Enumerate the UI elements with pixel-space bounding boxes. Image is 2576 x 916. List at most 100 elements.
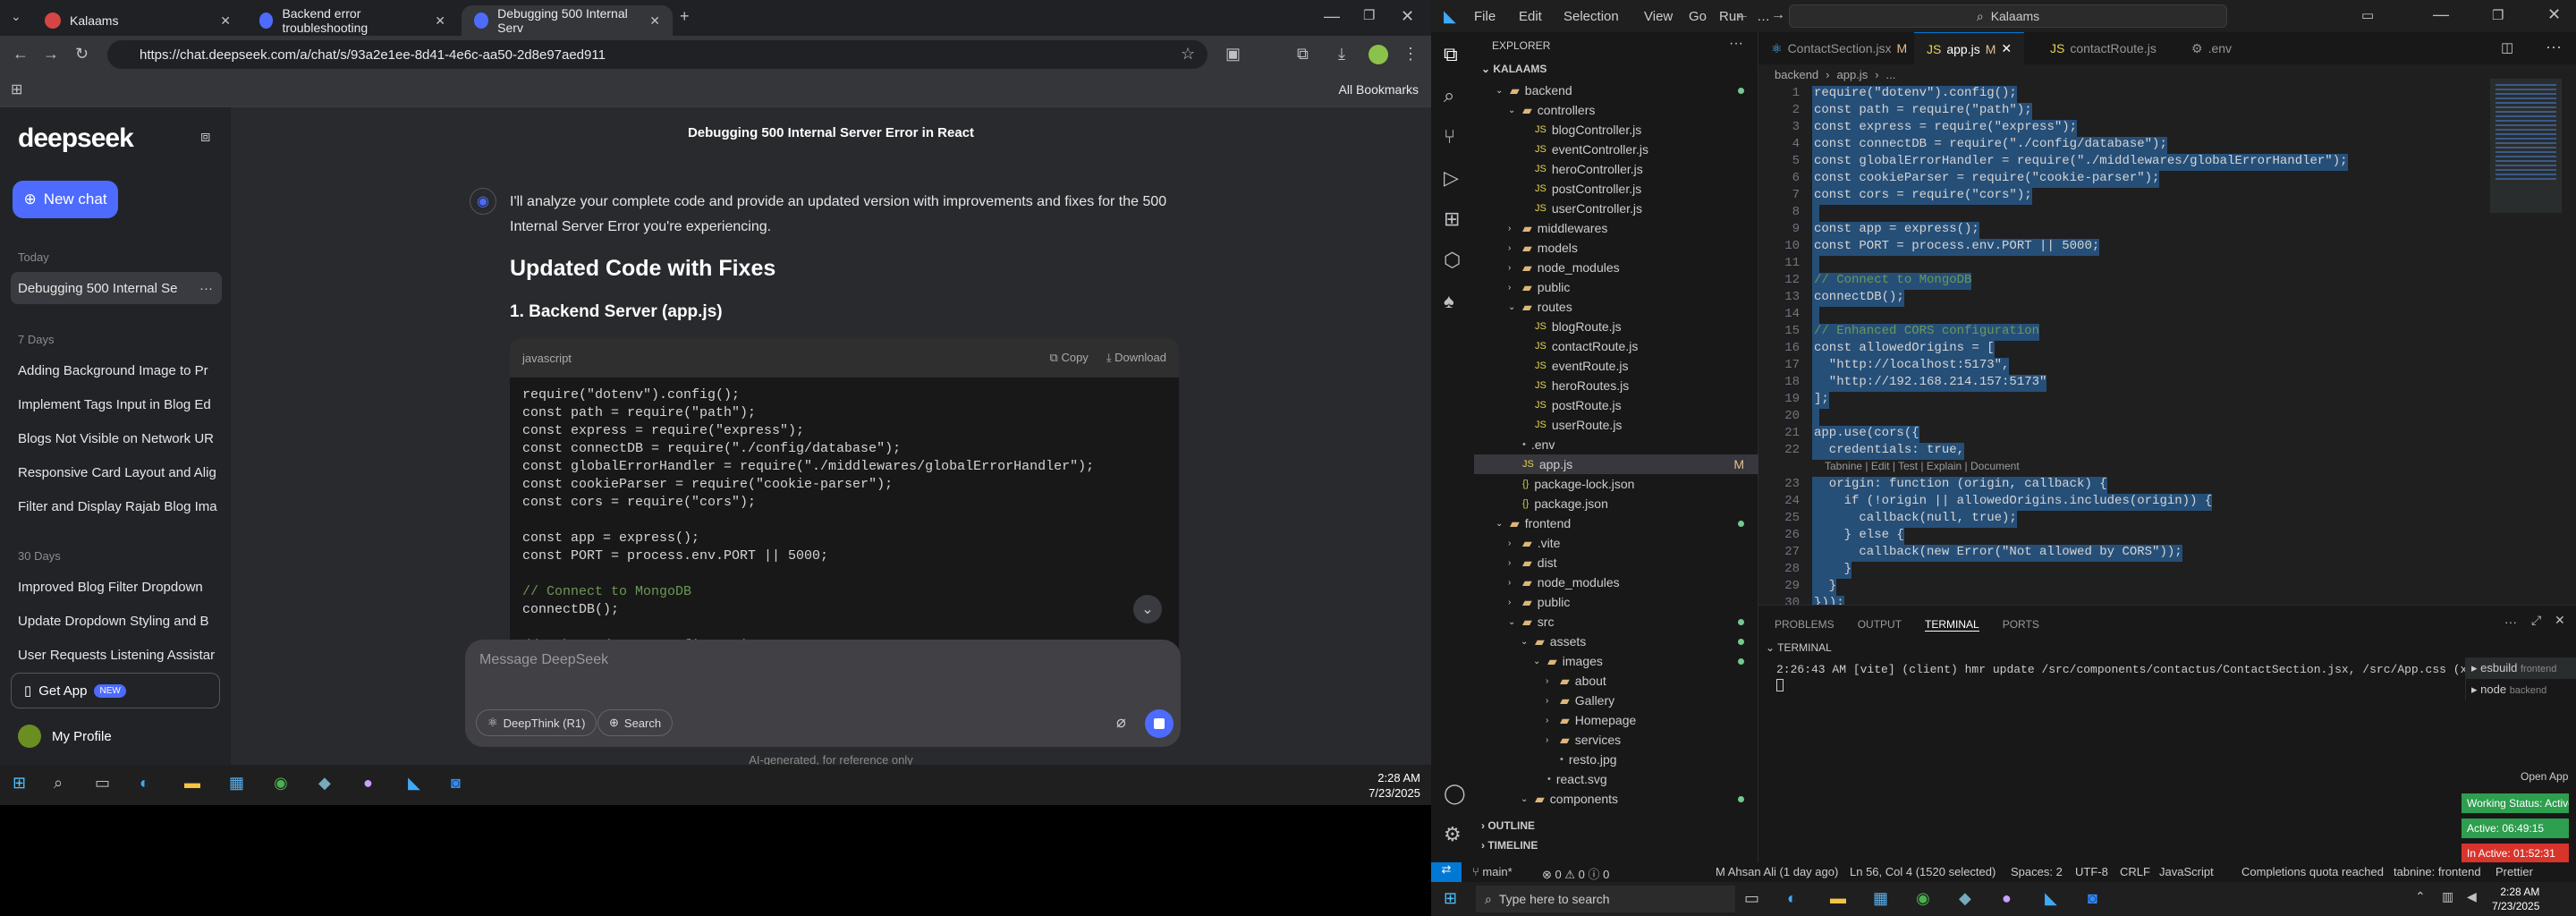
chat-item[interactable]: Improved Blog Filter Dropdown (11, 571, 222, 603)
app-icon[interactable]: ◆ (318, 774, 331, 793)
chat-item-active[interactable]: Debugging 500 Internal Se ··· (11, 272, 222, 304)
more-icon[interactable]: ··· (199, 281, 213, 296)
tree-folder[interactable]: › ▰ node_modules (1474, 258, 1758, 277)
new-chat-button[interactable]: ⊕ New chat (13, 181, 118, 218)
tree-file[interactable]: JS userController.js (1474, 199, 1758, 218)
tree-file[interactable]: • resto.jpg (1474, 750, 1758, 769)
git-branch[interactable]: ⑂ main* (1472, 865, 1513, 878)
task-view-icon[interactable]: ▭ (95, 774, 110, 793)
command-center-search[interactable]: ⌕ Kalaams (1789, 4, 2227, 28)
minimize-icon[interactable]: — (2433, 5, 2449, 24)
tree-file[interactable]: JS eventRoute.js (1474, 356, 1758, 376)
menu-item[interactable]: Go (1689, 9, 1707, 24)
more-actions-icon[interactable]: ··· (2546, 38, 2562, 56)
breadcrumb-item[interactable]: backend (1775, 68, 1818, 81)
all-bookmarks[interactable]: All Bookmarks (1339, 82, 1419, 97)
tree-folder[interactable]: ⌄ ▰ components (1474, 789, 1758, 809)
tree-file[interactable]: JS app.js M (1474, 454, 1758, 474)
editor-tab[interactable]: ⚛ ContactSection.jsx M (1758, 32, 1919, 64)
tree-file[interactable]: • .env (1474, 435, 1758, 454)
mongodb-icon[interactable]: ♠ (1444, 290, 1454, 313)
copy-button[interactable]: ⧉ Copy (1050, 351, 1089, 365)
stop-button[interactable] (1145, 709, 1174, 738)
windows-start-icon[interactable]: ⊞ (13, 774, 26, 793)
explorer-icon[interactable]: ⧉ (1444, 43, 1458, 66)
menu-item[interactable]: … (1757, 9, 1770, 24)
indentation[interactable]: Spaces: 2 (2011, 865, 2063, 878)
breadcrumb-item[interactable]: app.js (1837, 68, 1868, 81)
close-icon[interactable]: ✕ (649, 13, 660, 29)
remote-icon[interactable]: ⬡ (1444, 249, 1461, 272)
tree-folder[interactable]: › ▰ public (1474, 277, 1758, 297)
tree-folder[interactable]: › ▰ public (1474, 592, 1758, 612)
close-window-icon[interactable]: ✕ (2547, 5, 2561, 24)
chat-item[interactable]: Implement Tags Input in Blog Ed (11, 388, 222, 420)
browser-tab[interactable]: Kalaams ✕ (32, 5, 243, 36)
menu-icon[interactable]: ⋮ (1402, 45, 1419, 64)
tree-file[interactable]: JS postRoute.js (1474, 395, 1758, 415)
settings-gear-icon[interactable]: ⚙ (1444, 823, 1462, 846)
minimize-icon[interactable]: — (1324, 7, 1340, 26)
chat-item[interactable]: Update Dropdown Styling and B (11, 605, 222, 637)
tree-folder[interactable]: › ▰ .vite (1474, 533, 1758, 553)
forward-icon[interactable]: → (1771, 7, 1785, 23)
tree-folder[interactable]: ⌄ ▰ frontend (1474, 513, 1758, 533)
remote-indicator-icon[interactable]: ⇄ (1431, 862, 1462, 882)
close-icon[interactable]: ✕ (435, 13, 445, 29)
extensions-icon[interactable]: ⊞ (1444, 208, 1460, 231)
outline-section[interactable]: › OUTLINE (1481, 819, 1535, 832)
search-icon[interactable]: ⌕ (1444, 84, 1454, 107)
tree-file[interactable]: {} package-lock.json (1474, 474, 1758, 494)
get-app-button[interactable]: ▯ Get App NEW (11, 673, 220, 708)
terminal-item[interactable]: ▸ esbuild frontend (2466, 657, 2576, 679)
forward-icon[interactable]: → (43, 45, 59, 64)
search-toggle[interactable]: ⊕ Search (597, 709, 674, 736)
menu-item[interactable]: Selection (1563, 9, 1619, 24)
more-actions-icon[interactable]: ··· (1729, 36, 1743, 52)
tree-folder[interactable]: › ▰ models (1474, 238, 1758, 258)
tree-file[interactable]: JS heroRoutes.js (1474, 376, 1758, 395)
tree-folder[interactable]: › ▰ dist (1474, 553, 1758, 572)
open-app-link[interactable]: Open App (2521, 770, 2568, 783)
close-panel-icon[interactable]: ✕ (2555, 613, 2565, 628)
network-icon[interactable]: ▥ (2442, 889, 2453, 904)
deepthink-toggle[interactable]: ⚛ DeepThink (R1) (476, 709, 597, 736)
chat-item[interactable]: Adding Background Image to Pr (11, 354, 222, 386)
editor-tab[interactable]: ⚙ .env (2179, 32, 2244, 64)
url-input[interactable]: https://chat.deepseek.com/a/chat/s/93a2e… (107, 40, 1208, 69)
profile-link[interactable]: My Profile (18, 725, 112, 748)
tree-file[interactable]: JS eventController.js (1474, 140, 1758, 159)
codelens[interactable]: Tabnine | Edit | Test | Explain | Docume… (1825, 460, 2020, 472)
tree-folder[interactable]: › ▰ aboutpage (1474, 809, 1758, 815)
search-icon[interactable]: ⌕ (54, 774, 63, 793)
scroll-down-icon[interactable]: ⌄ (1133, 595, 1162, 623)
timeline-section[interactable]: › TIMELINE (1481, 839, 1538, 852)
maximize-icon[interactable]: ❐ (2492, 7, 2504, 23)
chat-item[interactable]: Responsive Card Layout and Alig (11, 456, 222, 488)
close-icon[interactable]: ✕ (2001, 41, 2012, 56)
new-tab-icon[interactable]: + (680, 7, 690, 26)
terminal-item[interactable]: ▸ node backend (2466, 679, 2576, 700)
volume-icon[interactable]: ◀ (2467, 889, 2477, 904)
panel-tab[interactable]: OUTPUT (1858, 618, 1902, 632)
close-icon[interactable]: ✕ (220, 13, 231, 29)
language-mode[interactable]: JavaScript (2159, 865, 2214, 878)
split-editor-icon[interactable]: ◫ (2501, 39, 2513, 55)
maximize-panel-icon[interactable]: ⤢ (2531, 613, 2541, 628)
chat-item[interactable]: Filter and Display Rajab Blog Ima (11, 490, 222, 522)
layout-icon[interactable]: ▭ (2361, 7, 2374, 23)
task-view-icon[interactable]: ▭ (1744, 889, 1759, 908)
back-icon[interactable]: ← (13, 45, 29, 64)
zoom-icon[interactable]: ◙ (451, 774, 461, 793)
chrome-icon[interactable]: ◉ (274, 774, 288, 793)
tree-file[interactable]: JS userRoute.js (1474, 415, 1758, 435)
bookmark-star-icon[interactable]: ☆ (1181, 45, 1195, 64)
tree-folder[interactable]: › ▰ Gallery (1474, 691, 1758, 710)
browser-tab-active[interactable]: Debugging 500 Internal Serv ✕ (462, 5, 673, 36)
extension-icon[interactable]: ▣ (1225, 45, 1241, 64)
tree-file[interactable]: JS blogController.js (1474, 120, 1758, 140)
workspace-root[interactable]: ⌄ KALAAMS (1481, 63, 1546, 75)
close-window-icon[interactable]: ✕ (1401, 7, 1414, 26)
code-editor[interactable]: 1 require("dotenv").config(); 2 const path … (1758, 86, 2510, 605)
tab-search-icon[interactable]: ⌄ (11, 9, 21, 24)
